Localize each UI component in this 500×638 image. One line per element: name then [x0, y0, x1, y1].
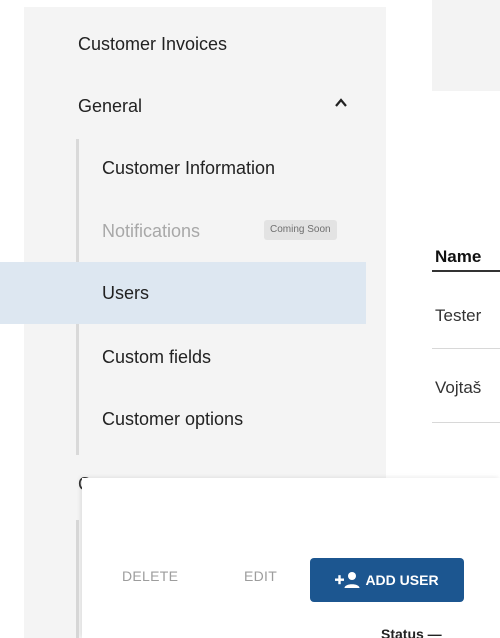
table-header-divider — [432, 270, 500, 272]
add-user-button[interactable]: ADD USER — [310, 558, 464, 602]
table-header-name[interactable]: Name — [435, 247, 500, 267]
table-row[interactable]: Tester — [435, 306, 500, 326]
sidebar-item-customer-options[interactable]: Customer options — [24, 388, 366, 450]
chevron-up-icon — [335, 98, 347, 107]
sidebar-item-customer-invoices[interactable]: Customer Invoices — [24, 13, 366, 75]
sidebar-item-label: Customer options — [102, 408, 244, 429]
person-add-icon — [335, 572, 360, 588]
sidebar-item-users[interactable]: Users — [0, 262, 366, 324]
delete-button[interactable]: DELETE — [122, 568, 178, 584]
sidebar-item-label: Custom fields — [102, 346, 212, 367]
sidebar-item-label: Customer Invoices — [78, 33, 228, 54]
sidebar-item-label: Notifications — [102, 220, 201, 241]
app-root: Customer Invoices General Customer Infor… — [0, 0, 500, 638]
sidebar-item-label: Users — [102, 282, 150, 303]
sidebar-item-customer-information[interactable]: Customer Information — [24, 137, 366, 199]
sidebar-item-notifications[interactable]: Notifications Coming Soon — [24, 200, 366, 262]
table-row[interactable]: Vojtaš — [435, 378, 500, 398]
sidebar-group-general[interactable]: General — [24, 75, 366, 137]
row-divider — [432, 422, 500, 423]
sidebar-item-label: General — [78, 95, 143, 116]
status-column-header[interactable]: Status — — [381, 626, 442, 638]
tree-guide-line — [76, 520, 79, 638]
content-card — [432, 0, 500, 91]
row-divider — [432, 348, 500, 349]
sidebar-item-custom-fields[interactable]: Custom fields — [24, 326, 366, 388]
sidebar-item-label: Customer Information — [102, 157, 276, 178]
edit-button[interactable]: EDIT — [244, 568, 277, 584]
add-user-label: ADD USER — [365, 572, 439, 588]
coming-soon-badge: Coming Soon — [264, 220, 337, 240]
